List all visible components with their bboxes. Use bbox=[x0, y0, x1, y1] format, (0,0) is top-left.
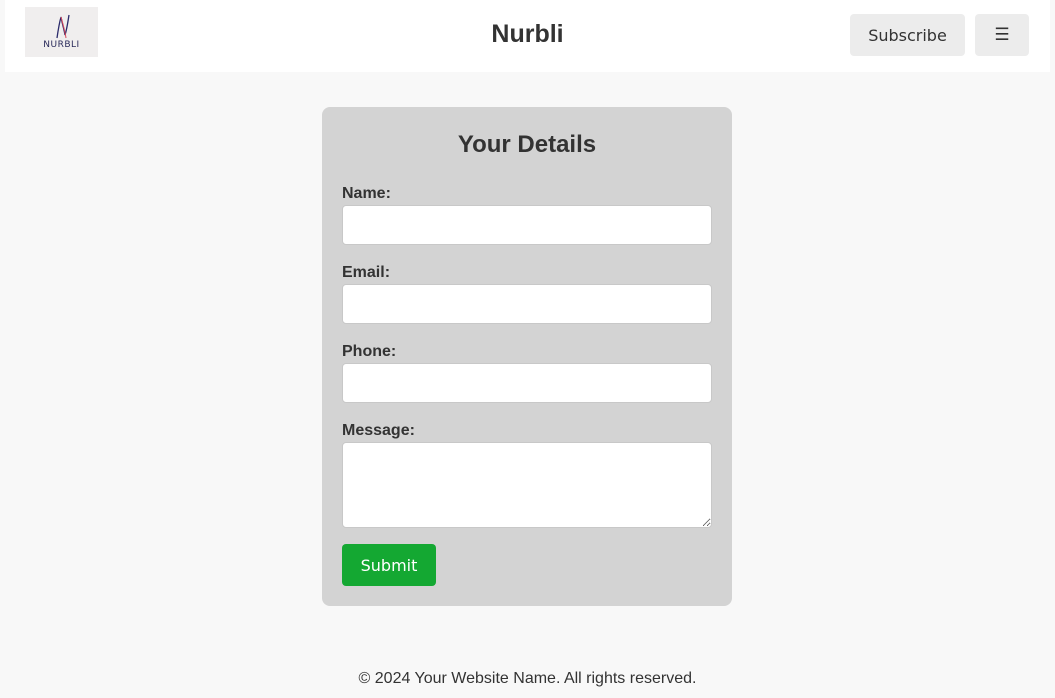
email-input[interactable] bbox=[342, 284, 712, 324]
logo-wordmark: NURBLI bbox=[43, 40, 80, 50]
subscribe-button[interactable]: Subscribe bbox=[850, 14, 965, 56]
phone-label: Phone: bbox=[342, 343, 397, 360]
name-input[interactable] bbox=[342, 205, 712, 245]
message-label: Message: bbox=[342, 422, 415, 439]
email-label: Email: bbox=[342, 264, 391, 281]
form-title: Your Details bbox=[457, 131, 597, 158]
message-textarea[interactable] bbox=[342, 442, 712, 528]
menu-button[interactable]: ☰ bbox=[975, 14, 1029, 56]
footer-copyright: © 2024 Your Website Name. All rights res… bbox=[358, 670, 697, 687]
site-logo[interactable]: NURBLI bbox=[25, 7, 98, 57]
name-label: Name: bbox=[342, 185, 391, 202]
phone-input[interactable] bbox=[342, 363, 712, 403]
submit-button[interactable]: Submit bbox=[342, 544, 436, 586]
details-form: Your Details Name: Email: Phone: Message… bbox=[322, 107, 732, 606]
hamburger-menu-icon: ☰ bbox=[994, 25, 1010, 45]
site-header: NURBLI Nurbli Subscribe ☰ bbox=[5, 0, 1050, 72]
